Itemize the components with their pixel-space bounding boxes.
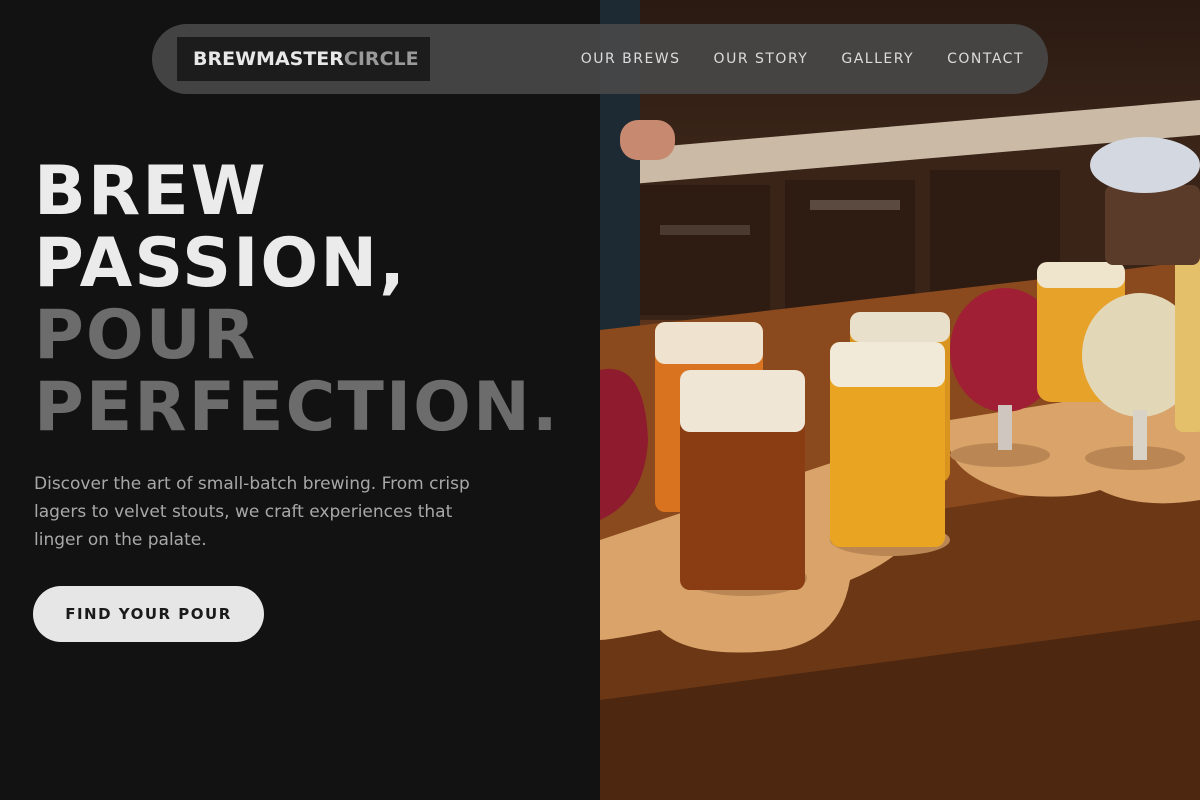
headline-line-1: BREW <box>34 152 268 231</box>
headline-line-3: POUR <box>34 296 258 375</box>
nav-link-our-brews[interactable]: OUR BREWS <box>581 51 681 67</box>
find-your-pour-button[interactable]: FIND YOUR POUR <box>33 586 264 642</box>
headline-line-2: PASSION, <box>34 224 407 303</box>
hero-headline: BREW PASSION, POUR PERFECTION. <box>34 156 560 444</box>
nav-link-our-story[interactable]: OUR STORY <box>714 51 809 67</box>
hero-description: Discover the art of small-batch brewing.… <box>34 474 470 550</box>
logo-secondary-text: CIRCLE <box>343 48 419 70</box>
main-navbar: BREWMASTER CIRCLE OUR BREWS OUR STORY GAL… <box>152 24 1048 94</box>
nav-link-contact[interactable]: CONTACT <box>947 51 1024 67</box>
beer-flight-illustration <box>600 0 1200 800</box>
logo-primary-text: BREWMASTER <box>193 48 344 70</box>
brand-logo[interactable]: BREWMASTER CIRCLE <box>177 37 430 81</box>
hero-beer-flight-photo <box>600 0 1200 800</box>
nav-link-gallery[interactable]: GALLERY <box>841 51 914 67</box>
nav-links: OUR BREWS OUR STORY GALLERY CONTACT <box>581 24 1024 94</box>
headline-line-4: PERFECTION. <box>34 368 560 447</box>
